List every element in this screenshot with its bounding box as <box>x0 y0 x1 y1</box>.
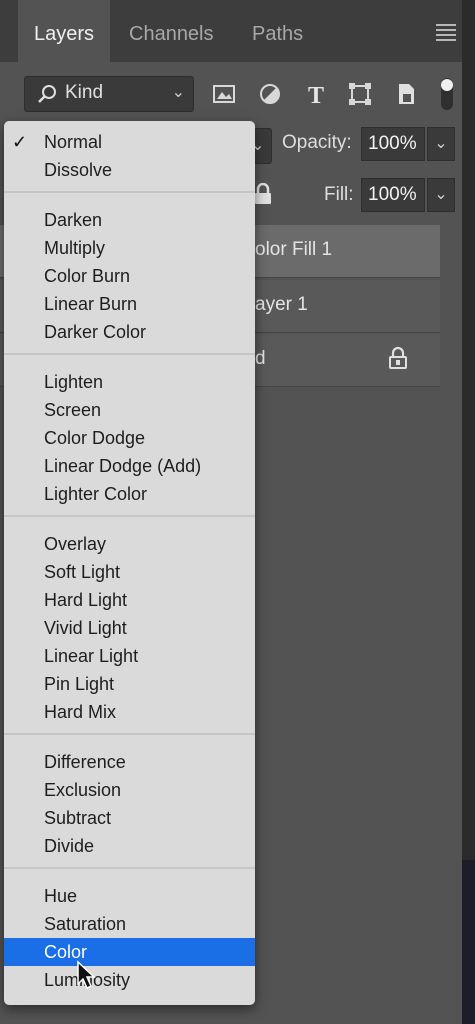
opacity-dropdown-button[interactable]: ⌄ <box>427 127 455 161</box>
menu-item-label: Color Dodge <box>44 428 146 448</box>
menu-separator <box>4 733 255 735</box>
mouse-cursor-icon <box>77 960 96 990</box>
blend-mode-menu: ✓ Normal Dissolve Darken Multiply Color Burn L… <box>4 121 255 1005</box>
blend-mode-option-multiply[interactable]: Multiply <box>4 234 255 262</box>
chevron-down-icon: ⌄ <box>171 84 185 101</box>
menu-item-label: Multiply <box>44 238 106 258</box>
menu-separator <box>4 191 255 193</box>
blend-mode-option-luminosity[interactable]: Luminosity <box>4 966 255 994</box>
fill-dropdown-button[interactable]: ⌄ <box>427 178 455 212</box>
menu-item-label: Hard Light <box>44 590 128 610</box>
fill-label: Fill: <box>324 184 354 205</box>
blend-mode-option-lighter-color[interactable]: Lighter Color <box>4 480 255 508</box>
blend-mode-option-soft-light[interactable]: Soft Light <box>4 558 255 586</box>
menu-item-label: Linear Dodge (Add) <box>44 456 202 476</box>
opacity-field[interactable]: 100% <box>361 127 425 161</box>
menu-item-label: Subtract <box>44 808 112 828</box>
menu-item-label: Lighten <box>44 372 104 392</box>
blend-mode-option-color[interactable]: Color <box>4 938 255 966</box>
blend-mode-option-linear-dodge-add[interactable]: Linear Dodge (Add) <box>4 452 255 480</box>
blend-mode-option-dissolve[interactable]: Dissolve <box>4 156 255 184</box>
blend-mode-option-divide[interactable]: Divide <box>4 832 255 860</box>
blend-mode-option-linear-light[interactable]: Linear Light <box>4 642 255 670</box>
menu-item-label: Soft Light <box>44 562 121 582</box>
menu-item-label: Lighter Color <box>44 484 148 504</box>
menu-item-label: Hue <box>44 886 78 906</box>
blend-mode-option-difference[interactable]: Difference <box>4 748 255 776</box>
blend-mode-option-color-burn[interactable]: Color Burn <box>4 262 255 290</box>
blend-mode-option-darker-color[interactable]: Darker Color <box>4 318 255 346</box>
shape-filter-icon[interactable] <box>346 80 374 108</box>
blend-mode-option-hard-light[interactable]: Hard Light <box>4 586 255 614</box>
menu-item-label: Hard Mix <box>44 702 117 722</box>
svg-text:T: T <box>308 83 324 108</box>
blend-mode-option-pin-light[interactable]: Pin Light <box>4 670 255 698</box>
lock-all-icon[interactable] <box>254 183 272 205</box>
blend-mode-option-overlay[interactable]: Overlay <box>4 530 255 558</box>
blend-mode-option-exclusion[interactable]: Exclusion <box>4 776 255 804</box>
menu-item-label: Exclusion <box>44 780 122 800</box>
menu-item-label: Screen <box>44 400 102 420</box>
search-icon <box>38 85 56 103</box>
blend-mode-option-subtract[interactable]: Subtract <box>4 804 255 832</box>
panel-tab-bar: Layers Channels Paths <box>0 0 462 62</box>
menu-item-label: Divide <box>44 836 95 856</box>
kind-filter-label: Kind <box>65 82 104 103</box>
menu-item-label: Linear Burn <box>44 294 138 314</box>
menu-separator <box>4 867 255 869</box>
menu-item-label: Difference <box>44 752 126 772</box>
menu-item-label: Saturation <box>44 914 127 934</box>
layer-name: ayer 1 <box>255 294 308 315</box>
menu-item-label: Overlay <box>44 534 107 554</box>
blend-mode-option-lighten[interactable]: Lighten <box>4 368 255 396</box>
opacity-label: Opacity: <box>282 132 352 153</box>
filter-toggle-icon[interactable] <box>436 76 458 114</box>
type-filter-icon[interactable]: T <box>302 80 330 108</box>
menu-item-label: Darker Color <box>44 322 147 342</box>
tab-layers[interactable]: Layers <box>18 0 111 62</box>
adjustment-filter-icon[interactable] <box>256 80 284 108</box>
blend-mode-option-vivid-light[interactable]: Vivid Light <box>4 614 255 642</box>
layer-name: olor Fill 1 <box>255 239 333 260</box>
canvas-edge <box>462 860 475 1024</box>
blend-mode-option-linear-burn[interactable]: Linear Burn <box>4 290 255 318</box>
checkmark-icon: ✓ <box>12 132 28 152</box>
menu-separator <box>4 515 255 517</box>
blend-mode-option-normal[interactable]: ✓ Normal <box>4 128 255 156</box>
menu-item-label: Linear Light <box>44 646 139 666</box>
blend-mode-option-hue[interactable]: Hue <box>4 882 255 910</box>
blend-mode-option-saturation[interactable]: Saturation <box>4 910 255 938</box>
menu-item-label: Color Burn <box>44 266 131 286</box>
kind-filter-select[interactable]: Kind ⌄ <box>24 76 194 112</box>
image-filter-icon[interactable] <box>210 80 238 108</box>
menu-item-label: Normal <box>44 132 103 152</box>
tab-channels[interactable]: Channels <box>113 0 230 62</box>
menu-item-label: Dissolve <box>44 160 113 180</box>
tab-paths[interactable]: Paths <box>236 0 319 62</box>
blend-mode-option-screen[interactable]: Screen <box>4 396 255 424</box>
blend-mode-option-darken[interactable]: Darken <box>4 206 255 234</box>
layer-name: d <box>255 348 266 369</box>
lock-icon <box>389 346 407 369</box>
menu-item-label: Vivid Light <box>44 618 127 638</box>
menu-separator <box>4 353 255 355</box>
menu-item-label: Pin Light <box>44 674 115 694</box>
blend-mode-option-color-dodge[interactable]: Color Dodge <box>4 424 255 452</box>
panel-menu-icon[interactable] <box>436 24 456 44</box>
menu-item-label: Darken <box>44 210 103 230</box>
blend-mode-option-hard-mix[interactable]: Hard Mix <box>4 698 255 726</box>
fill-field[interactable]: 100% <box>361 178 425 212</box>
smart-object-filter-icon[interactable] <box>392 80 420 108</box>
